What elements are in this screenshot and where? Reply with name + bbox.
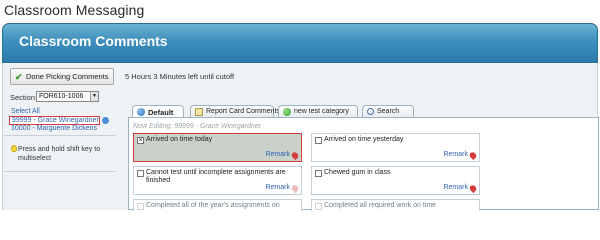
multiselect-hint: Press and hold shift key to multiselect [18,146,101,162]
lightbulb-icon [11,145,17,152]
magnifier-icon [367,108,374,115]
app-title: Classroom Messaging [4,2,145,18]
comment-checkbox[interactable]: × [137,137,144,144]
section-label: Section: [10,93,38,102]
comments-tabs: Default Report Card Comments new test ca… [126,105,599,211]
comment-checkbox[interactable] [137,170,144,177]
info-icon[interactable] [102,117,109,124]
remark-link[interactable]: Remark [265,151,290,158]
tab-new-test-category[interactable]: new test category [278,105,358,117]
pin-icon[interactable] [468,183,478,194]
comment-checkbox[interactable] [315,170,322,177]
remark-link[interactable]: Remark [443,151,468,158]
green-dot-icon [283,107,291,116]
tab-report-card-comments[interactable]: Report Card Comments [190,105,280,117]
comment-text: Arrived on time today [146,136,213,143]
checkmark-icon: ✔ [15,71,23,82]
comment-text: Arrived on time yesterday [324,136,404,143]
panel-title: Classroom Comments [19,33,168,49]
panel-header: Classroom Comments [2,23,598,63]
divider [4,135,116,136]
select-all-link[interactable]: Select All [11,108,40,115]
globe-icon [137,108,145,116]
comment-card[interactable]: Completed all of the year's assignments … [133,199,302,211]
comment-card[interactable]: Chewed gum in class Remark [311,166,480,195]
comment-text: Chewed gum in class [324,169,391,176]
pin-icon[interactable] [290,150,300,161]
comment-text: Completed all of the year's assignments … [146,202,280,209]
tab-label: Default [148,107,174,117]
comment-checkbox[interactable] [137,203,144,210]
tab-label: Report Card Comments [206,108,280,115]
done-picking-comments-label: Done Picking Comments [26,72,109,81]
tab-label: Search [377,108,400,115]
cutoff-status: 5 Hours 3 Minutes left until cutoff [125,72,235,81]
comment-card[interactable]: Arrived on time yesterday Remark [311,133,480,162]
pin-icon[interactable] [290,183,300,194]
done-picking-comments-button[interactable]: ✔ Done Picking Comments [10,68,114,85]
tab-search[interactable]: Search [362,105,414,117]
comments-panel: Now Editing: 99999 - Grace Winegardner ×… [128,117,599,211]
section-value: FOR610-1006 [39,93,84,100]
comment-text: Cannot test until incomplete assignments… [146,169,286,184]
remark-link[interactable]: Remark [265,184,290,191]
remark-link[interactable]: Remark [443,184,468,191]
comment-card[interactable]: × Arrived on time today Remark [133,133,302,162]
comment-card[interactable]: Cannot test until incomplete assignments… [133,166,302,195]
section-select[interactable]: FOR610-1006 ▼ [36,91,99,102]
document-icon [195,107,203,116]
divider [4,171,116,172]
tab-label: new test category [294,108,349,115]
now-editing-label: Now Editing: 99999 - Grace Winegardner [133,123,261,130]
comment-checkbox[interactable] [315,137,322,144]
student-item-selected[interactable]: 99999 - Grace Winegardner [9,116,100,125]
student-item[interactable]: 10000 - Marguerite Dickens [11,125,97,132]
comment-card[interactable]: Completed all required work on time [311,199,480,211]
pin-icon[interactable] [468,150,478,161]
comment-checkbox[interactable] [315,203,322,210]
comment-text: Completed all required work on time [324,202,437,209]
chevron-down-icon[interactable]: ▼ [90,92,98,101]
